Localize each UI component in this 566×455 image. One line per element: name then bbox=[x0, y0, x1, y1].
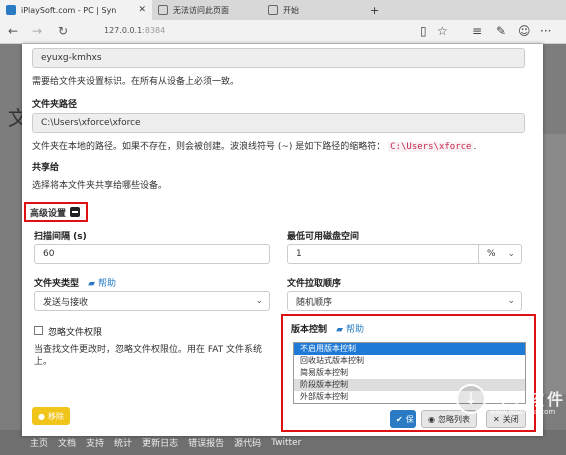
remove-button-label: 移除 bbox=[47, 411, 64, 421]
folder-path-help: 文件夹在本地的路径。如果不存在，则会被创建。波浪线符号 (~) 是如下路径的缩略… bbox=[32, 139, 532, 152]
chevron-down-icon: ⌄ bbox=[255, 296, 263, 306]
new-tab-icon[interactable]: + bbox=[364, 0, 385, 20]
rescan-interval-label: 扫描间隔 (s) bbox=[34, 232, 87, 242]
url-port: :8384 bbox=[142, 26, 166, 35]
address-bar: ← → ↻ 127.0.0.1:8384 ▯ ☆ ≡ ✎ ☺ ··· bbox=[0, 20, 566, 44]
rescan-interval-input[interactable]: 60 bbox=[34, 244, 270, 264]
min-disk-free-input[interactable]: 1 bbox=[287, 244, 485, 264]
page-icon bbox=[268, 5, 278, 15]
folder-path-help-text: 文件夹在本地的路径。如果不存在，则会被创建。波浪线符号 (~) 是如下路径的缩略… bbox=[32, 142, 386, 152]
versioning-option[interactable]: 回收站式版本控制 bbox=[294, 355, 525, 367]
footer-link[interactable]: 更新日志 bbox=[142, 436, 178, 449]
watermark-logo-icon: ↓ bbox=[456, 384, 486, 414]
share-with-label: 共享给 bbox=[32, 163, 60, 173]
folder-type-select[interactable]: 发送与接收 ⌄ bbox=[34, 291, 270, 311]
tab-bar: iPlaySoft.com - PC | Syn ✕ 无法访问此页面 开始 + bbox=[0, 0, 566, 20]
folder-label-help: 需要给文件夹设置标识。在所有从设备上必须一致。 bbox=[32, 77, 240, 87]
min-disk-free-label: 最低可用磁盘空间 bbox=[287, 232, 360, 242]
footer-link[interactable]: 错误报告 bbox=[188, 436, 224, 449]
pull-order-select[interactable]: 随机顺序 ⌄ bbox=[287, 291, 522, 311]
tab-error[interactable]: 无法访问此页面 bbox=[152, 0, 262, 20]
note-icon[interactable]: ✎ bbox=[496, 24, 506, 38]
url-host: 127.0.0.1 bbox=[104, 26, 143, 35]
path-code: C:\Users\xforce bbox=[388, 142, 474, 152]
folder-type-label: 文件夹类型 ▰ 帮助 bbox=[34, 276, 116, 289]
min-disk-unit-select[interactable]: % ⌄ bbox=[478, 244, 522, 264]
tab-iplaysoft[interactable]: iPlaySoft.com - PC | Syn ✕ bbox=[0, 0, 152, 20]
chevron-down-icon: ⌄ bbox=[507, 296, 515, 306]
folder-type-label-text: 文件夹类型 bbox=[34, 279, 80, 289]
folder-path-input[interactable]: C:\Users\xforce\xforce bbox=[32, 113, 525, 133]
footer-link[interactable]: 源代码 bbox=[234, 436, 261, 449]
share-with-help: 选择将本文件夹共享给哪些设备。 bbox=[32, 181, 168, 191]
footer-link[interactable]: 统计 bbox=[114, 436, 132, 449]
pull-order-value: 随机顺序 bbox=[296, 297, 333, 308]
tab-start[interactable]: 开始 bbox=[262, 0, 362, 20]
versioning-help-link[interactable]: ▰ 帮助 bbox=[336, 325, 364, 335]
eye-icon: ◉ bbox=[428, 414, 435, 424]
footer-link[interactable]: 文档 bbox=[58, 436, 76, 449]
page-icon bbox=[158, 5, 168, 15]
versioning-label-text: 版本控制 bbox=[291, 325, 328, 335]
tab-label: iPlaySoft.com - PC | Syn bbox=[21, 5, 117, 15]
footer-link[interactable]: Twitter bbox=[271, 438, 301, 448]
versioning-label: 版本控制 ▰ 帮助 bbox=[291, 322, 364, 335]
folder-type-value: 发送与接收 bbox=[43, 297, 89, 308]
forward-icon[interactable]: → bbox=[32, 24, 42, 38]
ignore-permissions-label: 忽略文件权限 bbox=[48, 328, 103, 338]
help-link-text: 帮助 bbox=[97, 279, 116, 289]
book-icon: ▰ bbox=[88, 279, 96, 289]
path-help-end: . bbox=[473, 142, 477, 152]
close-tab-icon[interactable]: ✕ bbox=[138, 5, 146, 15]
advanced-settings-label: 高级设置 bbox=[30, 208, 67, 219]
advanced-settings-toggle[interactable]: 高级设置 bbox=[24, 202, 88, 222]
remove-button[interactable]: ● 移除 bbox=[32, 407, 70, 425]
ignore-permissions-help: 当查找文件更改时，忽略文件权限位。用在 FAT 文件系统上。 bbox=[34, 345, 263, 367]
footer-link[interactable]: 主页 bbox=[30, 436, 48, 449]
folder-path-label: 文件夹路径 bbox=[32, 100, 78, 110]
save-button-label: 保 bbox=[405, 414, 414, 424]
watermark-url: www.downxia.com bbox=[490, 408, 556, 416]
url-field[interactable]: 127.0.0.1:8384 bbox=[104, 26, 165, 35]
collapse-icon bbox=[70, 207, 81, 217]
pull-order-label: 文件拉取顺序 bbox=[287, 279, 342, 289]
footer-link[interactable]: 支持 bbox=[86, 436, 104, 449]
share-icon[interactable]: ☺ bbox=[518, 24, 531, 38]
syncthing-favicon-icon bbox=[6, 5, 16, 15]
save-button[interactable]: ✔ 保 bbox=[390, 410, 416, 428]
reading-view-icon[interactable]: ▯ bbox=[420, 24, 427, 38]
folder-type-help-link[interactable]: ▰ 帮助 bbox=[88, 279, 116, 289]
refresh-icon[interactable]: ↻ bbox=[58, 24, 68, 38]
remove-icon: ● bbox=[38, 411, 45, 421]
book-icon: ▰ bbox=[336, 325, 344, 335]
hub-icon[interactable]: ≡ bbox=[472, 24, 482, 38]
versioning-option[interactable]: 简易版本控制 bbox=[294, 367, 525, 379]
ignore-permissions-checkbox[interactable] bbox=[34, 326, 43, 335]
check-icon: ✔ bbox=[396, 414, 403, 424]
more-icon[interactable]: ··· bbox=[540, 24, 551, 38]
min-disk-unit-value: % bbox=[487, 249, 496, 259]
ignore-patterns-label: 忽略列表 bbox=[437, 414, 470, 424]
back-icon[interactable]: ← bbox=[8, 24, 18, 38]
favorite-star-icon[interactable]: ☆ bbox=[437, 24, 448, 38]
chevron-down-icon: ⌄ bbox=[507, 249, 515, 259]
folder-settings-dialog: eyuxg-kmhxs 需要给文件夹设置标识。在所有从设备上必须一致。 文件夹路… bbox=[22, 44, 543, 436]
watermark-text: 当下软件园 bbox=[490, 390, 566, 409]
folder-label-input[interactable]: eyuxg-kmhxs bbox=[32, 48, 525, 68]
help-link-text: 帮助 bbox=[345, 325, 364, 335]
versioning-option[interactable]: 不启用版本控制 bbox=[294, 343, 525, 355]
tab-label: 无法访问此页面 bbox=[173, 5, 229, 15]
tab-label: 开始 bbox=[283, 5, 299, 15]
